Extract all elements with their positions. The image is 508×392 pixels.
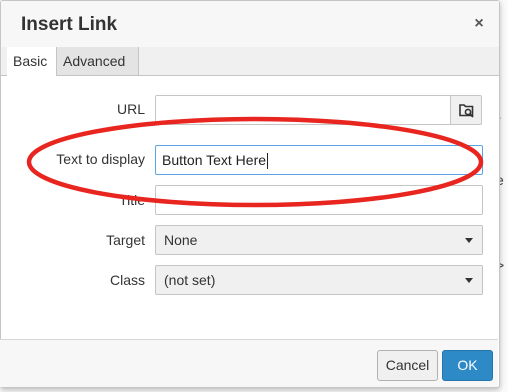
cancel-button[interactable]: Cancel — [377, 350, 438, 381]
browse-icon — [459, 104, 474, 118]
tab-advanced[interactable]: Advanced — [57, 47, 139, 75]
text-to-display-value: Button Text Here — [162, 152, 267, 168]
target-label: Target — [106, 232, 145, 248]
class-label: Class — [109, 272, 145, 288]
dialog-title-bar[interactable]: Insert Link × — [1, 1, 499, 48]
text-to-display-label: Text to display — [56, 151, 145, 167]
title-label: Title — [119, 192, 145, 208]
tab-basic[interactable]: Basic — [7, 47, 57, 76]
chevron-down-icon — [465, 238, 473, 243]
title-input[interactable] — [155, 185, 483, 215]
url-label: URL — [116, 101, 145, 117]
class-selected-value: (not set) — [164, 272, 216, 288]
close-button[interactable]: × — [471, 16, 487, 32]
browse-button[interactable] — [450, 95, 482, 125]
class-select[interactable]: (not set) — [155, 265, 483, 295]
text-caret — [267, 153, 269, 170]
tab-bar: Basic Advanced — [1, 47, 499, 76]
ok-button[interactable]: OK — [442, 350, 493, 381]
text-to-display-input[interactable]: Button Text Here — [155, 145, 483, 175]
url-input[interactable] — [155, 95, 451, 125]
chevron-down-icon — [465, 278, 473, 283]
target-selected-value: None — [164, 232, 198, 248]
target-select[interactable]: None — [155, 225, 483, 255]
dialog-title: Insert Link — [21, 14, 118, 35]
